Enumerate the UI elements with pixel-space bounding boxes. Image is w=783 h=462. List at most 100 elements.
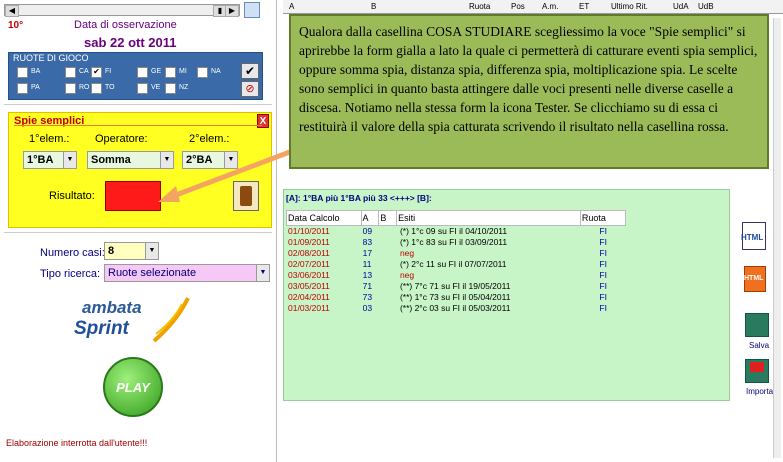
horizontal-scrollbar[interactable]: ◀ ▮ ▶ [4, 4, 240, 17]
row-a: 71 [362, 280, 373, 291]
row-ruota: FI [599, 280, 607, 291]
logo-line2: Sprint [74, 318, 129, 339]
checkbox-to[interactable] [91, 83, 102, 94]
operator-label: Operatore: [95, 133, 148, 145]
row-b [379, 269, 398, 280]
row-ruota: FI [599, 269, 607, 280]
row-esito: (*) 2°c 11 su FI il 07/07/2011 [399, 258, 507, 269]
html-file-icon[interactable]: HTML [744, 266, 772, 294]
row-date: 03/06/2011 [288, 269, 330, 280]
ruota-label: GE [151, 68, 162, 75]
status-text: Elaborazione interrotta dall'utente!!! [6, 438, 148, 448]
results-table: Data Calcolo A B Esiti Ruota [286, 210, 627, 226]
table-row[interactable]: 03/05/2011 71 (**) 7°c 71 su FI il 19/05/2… [286, 280, 626, 291]
scroll-left-icon[interactable]: ◀ [5, 5, 19, 17]
divider [4, 104, 272, 105]
play-button[interactable]: PLAY [103, 357, 163, 417]
tipo-ricerca-label: Tipo ricerca: [40, 268, 101, 280]
row-date: 03/05/2011 [288, 280, 330, 291]
ruota-label: RO [79, 84, 90, 91]
logo-line1: ambata [82, 298, 142, 317]
import-icon[interactable] [745, 359, 769, 383]
numero-casi-select[interactable]: 8 ▼ [104, 242, 159, 260]
row-a: 17 [362, 247, 373, 258]
checkbox-ge[interactable] [137, 67, 148, 78]
elem1-value: 1°BA [27, 154, 54, 166]
tipo-ricerca-select[interactable]: Ruote selezionate ▼ [104, 264, 270, 282]
row-ruota: FI [599, 291, 607, 302]
salva-label: Salva [749, 341, 770, 350]
checkbox-ba[interactable] [17, 67, 28, 78]
grid-col-ultimo-rit: Ultimo Rit. [611, 2, 648, 11]
grid-header: A B Ruota Pos A.m. ET Ultimo Rit. UdA Ud… [283, 0, 783, 14]
checkbox-pa[interactable] [17, 83, 28, 94]
checkbox-fi-checked[interactable]: ✔ [91, 67, 102, 78]
row-esito: (**) 1°c 73 su FI il 05/04/2011 [399, 291, 511, 302]
html-file-label: HTML [744, 275, 764, 282]
row-a: 13 [362, 269, 373, 280]
ruota-label: MI [179, 68, 187, 75]
table-row[interactable]: 01/10/2011 09 (*) 1°c 09 su FI il 04/10/20… [286, 225, 626, 236]
results-summary: [A]: 1°BA più 1°BA più 33 <+++> [B]: [286, 193, 432, 203]
ruote-title: RUOTE DI GIOCO [13, 53, 89, 63]
row-date: 01/09/2011 [288, 236, 330, 247]
row-a: 73 [362, 291, 373, 302]
checkbox-ro[interactable] [65, 83, 76, 94]
grid-col-uda: UdA [673, 2, 689, 11]
deselect-all-icon[interactable]: ⊘ [241, 81, 259, 97]
ambata-sprint-logo: ambata Sprint [72, 296, 190, 348]
table-row[interactable]: 03/06/2011 13 neg FI [286, 269, 626, 280]
grid-col-udb: UdB [698, 2, 714, 11]
vertical-scrollbar[interactable] [773, 18, 781, 458]
checkbox-ve[interactable] [137, 83, 148, 94]
numero-casi-value: 8 [108, 245, 115, 257]
ruota-label: NZ [179, 84, 189, 91]
elem1-label: 1°elem.: [29, 133, 70, 145]
table-row[interactable]: 01/09/2011 83 (*) 1°c 83 su FI il 03/09/20… [286, 236, 626, 247]
importa-label: Importa [746, 387, 774, 396]
scroll-right-icon[interactable]: ▶ [225, 5, 239, 17]
row-esito: (*) 1°c 83 su FI il 03/09/2011 [399, 236, 508, 247]
ruota-label: BA [31, 68, 41, 75]
elem1-select[interactable]: 1°BA ▼ [23, 151, 77, 169]
grid-col-ruota: Ruota [469, 2, 491, 11]
checkbox-nz[interactable] [165, 83, 176, 94]
row-b [379, 302, 398, 313]
select-all-checkmark-icon[interactable]: ✔ [241, 63, 259, 79]
table-row[interactable]: 02/07/2011 11 (*) 2°c 11 su FI il 07/07/20… [286, 258, 626, 269]
header-a: A [360, 210, 380, 226]
row-esito: (**) 7°c 71 su FI il 19/05/2011 [399, 280, 511, 291]
title-divider [14, 125, 262, 126]
document-icon[interactable] [244, 2, 260, 18]
chevron-down-icon: ▼ [145, 243, 158, 259]
header-data-calcolo: Data Calcolo [286, 210, 362, 226]
table-row[interactable]: 02/04/2011 73 (**) 1°c 73 su FI il 05/04/2… [286, 291, 626, 302]
table-row[interactable]: 02/08/2011 17 neg FI [286, 247, 626, 258]
row-esito: neg [399, 247, 415, 258]
row-b [379, 247, 398, 258]
grid-col-b: B [371, 2, 377, 11]
date-title: Data di osservazione [74, 19, 177, 31]
ruote-panel: RUOTE DI GIOCO BA CA ✔ FI GE MI NA PA RO … [8, 52, 263, 100]
row-b [379, 291, 398, 302]
pointer-arrow [158, 147, 296, 202]
wheel-number: 10° [8, 20, 24, 31]
row-b [379, 225, 398, 236]
result-label: Risultato: [49, 190, 95, 202]
checkbox-mi[interactable] [165, 67, 176, 78]
ruota-label: FI [105, 68, 112, 75]
checkbox-ca[interactable] [65, 67, 76, 78]
grid-col-a: A [289, 2, 295, 11]
tipo-ricerca-value: Ruote selezionate [108, 267, 197, 279]
table-row[interactable]: 01/03/2011 03 (**) 2°c 03 su FI il 05/03/2… [286, 302, 626, 313]
numero-casi-label: Numero casi: [40, 247, 105, 259]
chevron-down-icon: ▼ [63, 152, 76, 168]
row-ruota: FI [599, 258, 607, 269]
left-panel: ◀ ▮ ▶ 10° Data di osservazione sab 22 ot… [0, 0, 296, 462]
row-ruota: FI [599, 302, 607, 313]
html-export-icon[interactable]: HTML [741, 222, 770, 250]
row-b [379, 280, 398, 291]
row-date: 02/07/2011 [288, 258, 330, 269]
save-icon[interactable] [745, 313, 769, 337]
checkbox-na[interactable] [197, 67, 208, 78]
